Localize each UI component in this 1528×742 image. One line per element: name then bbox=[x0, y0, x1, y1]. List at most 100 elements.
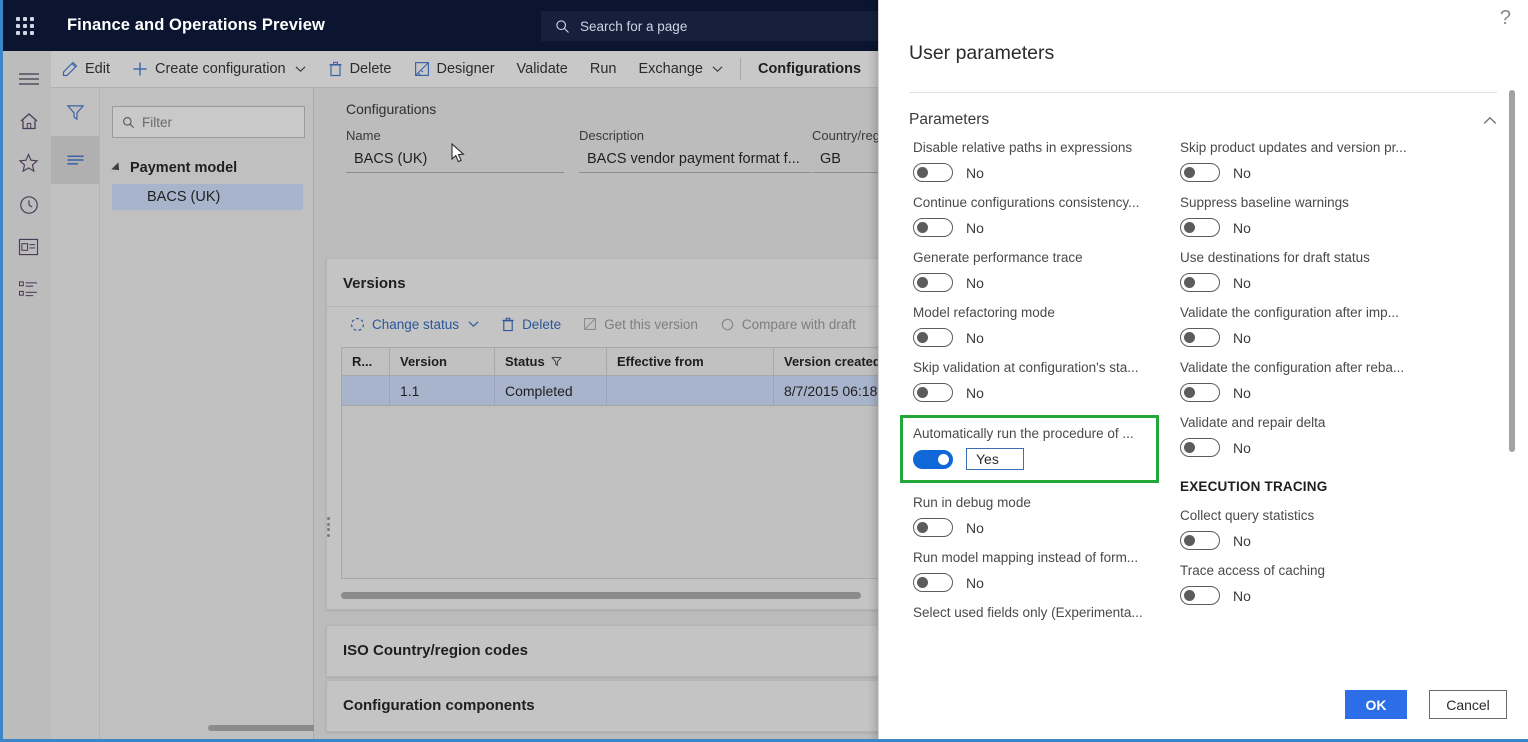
filter-input[interactable]: Filter bbox=[112, 106, 305, 138]
filter-pane bbox=[51, 88, 100, 739]
chevron-down-icon bbox=[468, 321, 479, 327]
tree-node-bacs-uk[interactable]: BACS (UK) bbox=[112, 184, 303, 210]
field-description: Description BACS vendor payment format f… bbox=[579, 128, 811, 173]
param-toggle[interactable] bbox=[1180, 586, 1220, 605]
param-toggle[interactable] bbox=[913, 518, 953, 537]
param-toggle[interactable] bbox=[1180, 218, 1220, 237]
versions-horizontal-scrollbar[interactable] bbox=[341, 592, 861, 599]
param-toggle[interactable] bbox=[1180, 438, 1220, 457]
run-label: Run bbox=[589, 61, 617, 77]
param-toggle[interactable] bbox=[913, 163, 953, 182]
run-button[interactable]: Run bbox=[579, 51, 628, 87]
param-value: No bbox=[1233, 329, 1251, 346]
param-value: No bbox=[1233, 164, 1251, 181]
param-value: No bbox=[1233, 532, 1251, 549]
get-this-version-label: Get this version bbox=[604, 316, 698, 332]
param-generate-performance-trace: Generate performance trace No bbox=[913, 250, 1188, 292]
filter-placeholder: Filter bbox=[142, 114, 172, 130]
param-toggle[interactable] bbox=[913, 383, 953, 402]
configurations-caption: Configurations bbox=[346, 101, 437, 117]
param-value: No bbox=[966, 329, 984, 346]
column-header-r[interactable]: R... bbox=[342, 348, 390, 375]
designer-label: Designer bbox=[436, 61, 495, 77]
list-lines-icon[interactable] bbox=[51, 136, 99, 184]
param-label: Model refactoring mode bbox=[913, 305, 1055, 320]
param-label: Automatically run the procedure of ... bbox=[913, 426, 1134, 441]
delete-button[interactable]: Delete bbox=[317, 51, 403, 87]
panel-scrollbar-thumb[interactable] bbox=[1509, 90, 1515, 452]
ok-button[interactable]: OK bbox=[1345, 690, 1407, 719]
column-header-effective-from[interactable]: Effective from bbox=[607, 348, 774, 375]
search-icon bbox=[555, 19, 570, 34]
param-label: Validate and repair delta bbox=[1180, 415, 1326, 430]
workspace-icon[interactable] bbox=[6, 226, 51, 268]
param-toggle[interactable] bbox=[1180, 328, 1220, 347]
validate-button[interactable]: Validate bbox=[506, 51, 579, 87]
help-question-icon[interactable]: ? bbox=[1500, 7, 1511, 30]
clock-icon[interactable] bbox=[6, 184, 51, 226]
param-validate-after-import: Validate the configuration after imp... … bbox=[1180, 305, 1455, 347]
param-value: No bbox=[1233, 274, 1251, 291]
search-placeholder: Search for a page bbox=[580, 18, 688, 34]
configuration-tree-pane: Filter Payment model BACS (UK) bbox=[100, 88, 336, 739]
param-toggle[interactable] bbox=[913, 218, 953, 237]
validate-label: Validate bbox=[516, 61, 568, 77]
compare-with-draft-label: Compare with draft bbox=[741, 316, 856, 332]
parameters-body: Disable relative paths in expressions No… bbox=[879, 140, 1528, 640]
param-use-destinations-for-draft-status: Use destinations for draft status No bbox=[1180, 250, 1455, 292]
param-value[interactable]: Yes bbox=[966, 448, 1024, 470]
chevron-up-icon[interactable] bbox=[1483, 113, 1497, 128]
configurations-label: Configurations bbox=[757, 61, 862, 77]
param-validate-and-repair-delta: Validate and repair delta No bbox=[1180, 415, 1455, 457]
star-icon[interactable] bbox=[6, 142, 51, 184]
param-label: Skip validation at configuration's sta..… bbox=[913, 360, 1139, 375]
designer-button[interactable]: Designer bbox=[403, 51, 506, 87]
tab-configurations[interactable]: Configurations bbox=[747, 51, 872, 87]
list-icon[interactable] bbox=[6, 268, 51, 310]
parameters-section-header[interactable]: Parameters bbox=[909, 106, 1497, 134]
param-toggle[interactable] bbox=[1180, 383, 1220, 402]
param-toggle[interactable] bbox=[1180, 273, 1220, 292]
param-toggle[interactable] bbox=[1180, 531, 1220, 550]
user-parameters-dialog: ? User parameters Parameters Disable rel… bbox=[878, 0, 1528, 739]
get-this-version-button[interactable]: Get this version bbox=[574, 307, 707, 341]
param-toggle[interactable] bbox=[913, 328, 953, 347]
exchange-button[interactable]: Exchange bbox=[627, 51, 734, 87]
param-label: Trace access of caching bbox=[1180, 563, 1326, 578]
param-suppress-baseline-warnings: Suppress baseline warnings No bbox=[1180, 195, 1455, 237]
create-configuration-button[interactable]: Create configuration bbox=[121, 51, 317, 87]
param-value: No bbox=[966, 574, 984, 591]
app-title: Finance and Operations Preview bbox=[67, 16, 325, 34]
param-label: Skip product updates and version pr... bbox=[1180, 140, 1407, 155]
change-status-button[interactable]: Change status bbox=[341, 307, 488, 341]
column-header-status[interactable]: Status bbox=[495, 348, 607, 375]
home-icon[interactable] bbox=[6, 100, 51, 142]
param-toggle[interactable] bbox=[913, 273, 953, 292]
param-label: Generate performance trace bbox=[913, 250, 1083, 265]
param-label: Select used fields only (Experimenta... bbox=[913, 605, 1143, 620]
edit-button[interactable]: Edit bbox=[51, 51, 121, 87]
param-toggle[interactable] bbox=[1180, 163, 1220, 182]
param-collect-query-statistics: Collect query statistics No bbox=[1180, 508, 1455, 550]
field-description-value[interactable]: BACS vendor payment format f... bbox=[579, 151, 811, 173]
versions-delete-button[interactable]: Delete bbox=[492, 307, 570, 341]
app-launcher-icon[interactable] bbox=[3, 0, 47, 51]
param-run-in-debug-mode: Run in debug mode No bbox=[913, 495, 1188, 537]
param-toggle[interactable] bbox=[913, 573, 953, 592]
compare-with-draft-button[interactable]: Compare with draft bbox=[711, 307, 865, 341]
hamburger-menu-icon[interactable] bbox=[6, 58, 51, 100]
param-value: No bbox=[1233, 384, 1251, 401]
parameters-left-column: Disable relative paths in expressions No… bbox=[900, 140, 1188, 633]
pane-splitter-handle[interactable] bbox=[327, 517, 334, 537]
change-status-label: Change status bbox=[372, 316, 460, 332]
chevron-down-icon bbox=[712, 66, 723, 72]
column-header-version[interactable]: Version bbox=[390, 348, 495, 375]
execution-tracing-header: EXECUTION TRACING bbox=[1180, 479, 1328, 494]
cancel-button[interactable]: Cancel bbox=[1429, 690, 1507, 719]
tree-group-payment-model[interactable]: Payment model bbox=[111, 160, 313, 176]
param-label: Run in debug mode bbox=[913, 495, 1031, 510]
funnel-icon[interactable] bbox=[51, 88, 99, 136]
param-toggle[interactable] bbox=[913, 449, 953, 469]
field-name-value[interactable]: BACS (UK) bbox=[346, 151, 564, 173]
search-icon bbox=[122, 116, 135, 129]
